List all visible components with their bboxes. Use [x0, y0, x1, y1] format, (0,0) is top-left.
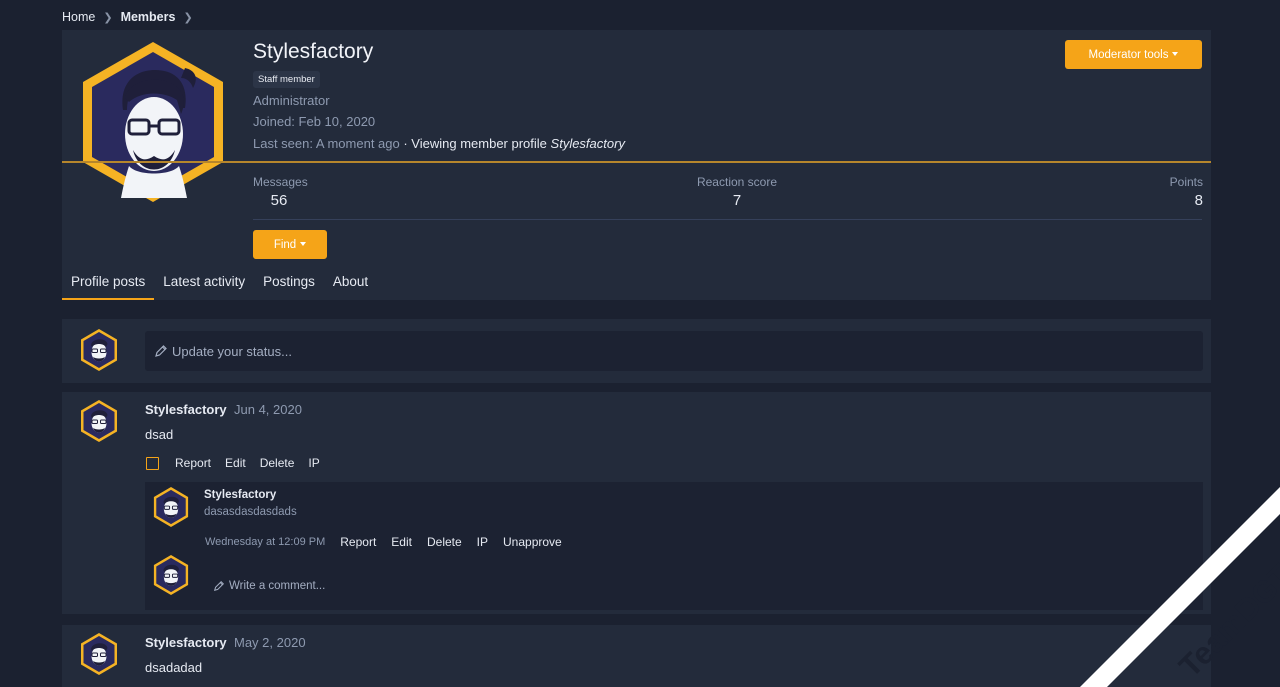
- pencil-icon: [213, 580, 225, 592]
- messages-value[interactable]: 56: [253, 192, 305, 209]
- write-comment-input[interactable]: Write a comment...: [213, 580, 325, 592]
- stat-points: Points 8: [1165, 175, 1203, 209]
- messages-label: Messages: [253, 175, 308, 189]
- unapprove-link[interactable]: Unapprove: [503, 535, 562, 549]
- profile-header: Stylesfactory Staff member Administrator…: [62, 30, 1211, 300]
- report-link[interactable]: Report: [175, 456, 211, 470]
- delete-link[interactable]: Delete: [260, 456, 295, 470]
- reaction-label: Reaction score: [696, 175, 778, 189]
- tab-profile-posts[interactable]: Profile posts: [62, 268, 155, 300]
- caret-down-icon: [1172, 51, 1179, 56]
- status-update-box: Update your status...: [62, 319, 1211, 383]
- profile-post: Stylesfactory Jun 4, 2020 dsad Report Ed…: [62, 392, 1211, 614]
- ip-link[interactable]: IP: [477, 535, 488, 549]
- comment-time[interactable]: Wednesday at 12:09 PM: [205, 536, 325, 548]
- profile-avatar[interactable]: [77, 38, 229, 206]
- profile-post: Stylesfactory May 2, 2020 dsadadad: [62, 625, 1211, 687]
- header-divider: [62, 161, 1211, 163]
- avatar[interactable]: [79, 328, 119, 372]
- points-label: Points: [1169, 175, 1203, 189]
- select-checkbox[interactable]: [146, 456, 159, 470]
- avatar[interactable]: [79, 632, 119, 676]
- profile-last-seen: Last seen: A moment ago · Viewing member…: [253, 136, 625, 151]
- points-value[interactable]: 8: [1165, 192, 1203, 209]
- comment-actions: Wednesday at 12:09 PM Report Edit Delete…: [205, 535, 577, 549]
- status-input[interactable]: Update your status...: [145, 331, 1203, 371]
- pencil-icon: [155, 345, 167, 357]
- edit-link[interactable]: Edit: [225, 456, 246, 470]
- tab-about[interactable]: About: [324, 268, 377, 300]
- moderator-tools-label: Moderator tools: [1088, 48, 1169, 61]
- delete-link[interactable]: Delete: [427, 535, 462, 549]
- last-seen-label: Last seen:: [253, 136, 313, 151]
- stats-divider: [253, 219, 1202, 220]
- stat-messages: Messages 56: [253, 175, 308, 209]
- profile-tabs: Profile posts Latest activity Postings A…: [62, 268, 377, 300]
- post-date[interactable]: May 2, 2020: [234, 635, 306, 650]
- find-button[interactable]: Find: [253, 230, 327, 259]
- chevron-right-icon: ❯: [103, 11, 113, 24]
- post-date[interactable]: Jun 4, 2020: [234, 402, 302, 417]
- post-body: dsadadad: [145, 660, 203, 675]
- breadcrumb: Home ❯ Members ❯: [62, 9, 201, 25]
- tab-postings[interactable]: Postings: [254, 268, 324, 300]
- post-author[interactable]: Stylesfactory: [145, 402, 227, 417]
- tab-latest-activity[interactable]: Latest activity: [154, 268, 254, 300]
- post-actions: Report Edit Delete IP: [146, 456, 334, 470]
- write-comment-placeholder: Write a comment...: [229, 580, 326, 592]
- activity-target[interactable]: Stylesfactory: [551, 136, 625, 151]
- profile-role: Administrator: [253, 93, 330, 108]
- breadcrumb-home[interactable]: Home: [62, 10, 95, 24]
- last-seen-value: A moment ago: [315, 136, 400, 151]
- moderator-tools-button[interactable]: Moderator tools: [1065, 40, 1202, 69]
- staff-badge: Staff member: [253, 71, 320, 88]
- avatar[interactable]: [79, 399, 119, 443]
- avatar[interactable]: [152, 486, 190, 528]
- post-body: dsad: [145, 427, 174, 442]
- profile-joined: Joined: Feb 10, 2020: [253, 114, 376, 129]
- avatar[interactable]: [152, 554, 190, 596]
- comment-body: dasasdasdasdads: [204, 506, 297, 518]
- comment-author[interactable]: Stylesfactory: [204, 489, 276, 501]
- reaction-value: 7: [732, 192, 742, 209]
- comments-section: Stylesfactory dasasdasdasdads Wednesday …: [145, 482, 1203, 610]
- stat-reaction-score: Reaction score 7: [696, 175, 778, 209]
- chevron-right-icon: ❯: [183, 11, 193, 24]
- breadcrumb-members[interactable]: Members: [121, 10, 176, 24]
- report-link[interactable]: Report: [340, 535, 376, 549]
- profile-name: Stylesfactory: [253, 40, 374, 63]
- ip-link[interactable]: IP: [308, 456, 319, 470]
- activity-text: · Viewing member profile: [403, 136, 547, 151]
- caret-down-icon: [300, 241, 307, 246]
- post-author[interactable]: Stylesfactory: [145, 635, 227, 650]
- find-label: Find: [273, 238, 297, 251]
- edit-link[interactable]: Edit: [391, 535, 412, 549]
- status-placeholder: Update your status...: [172, 343, 292, 359]
